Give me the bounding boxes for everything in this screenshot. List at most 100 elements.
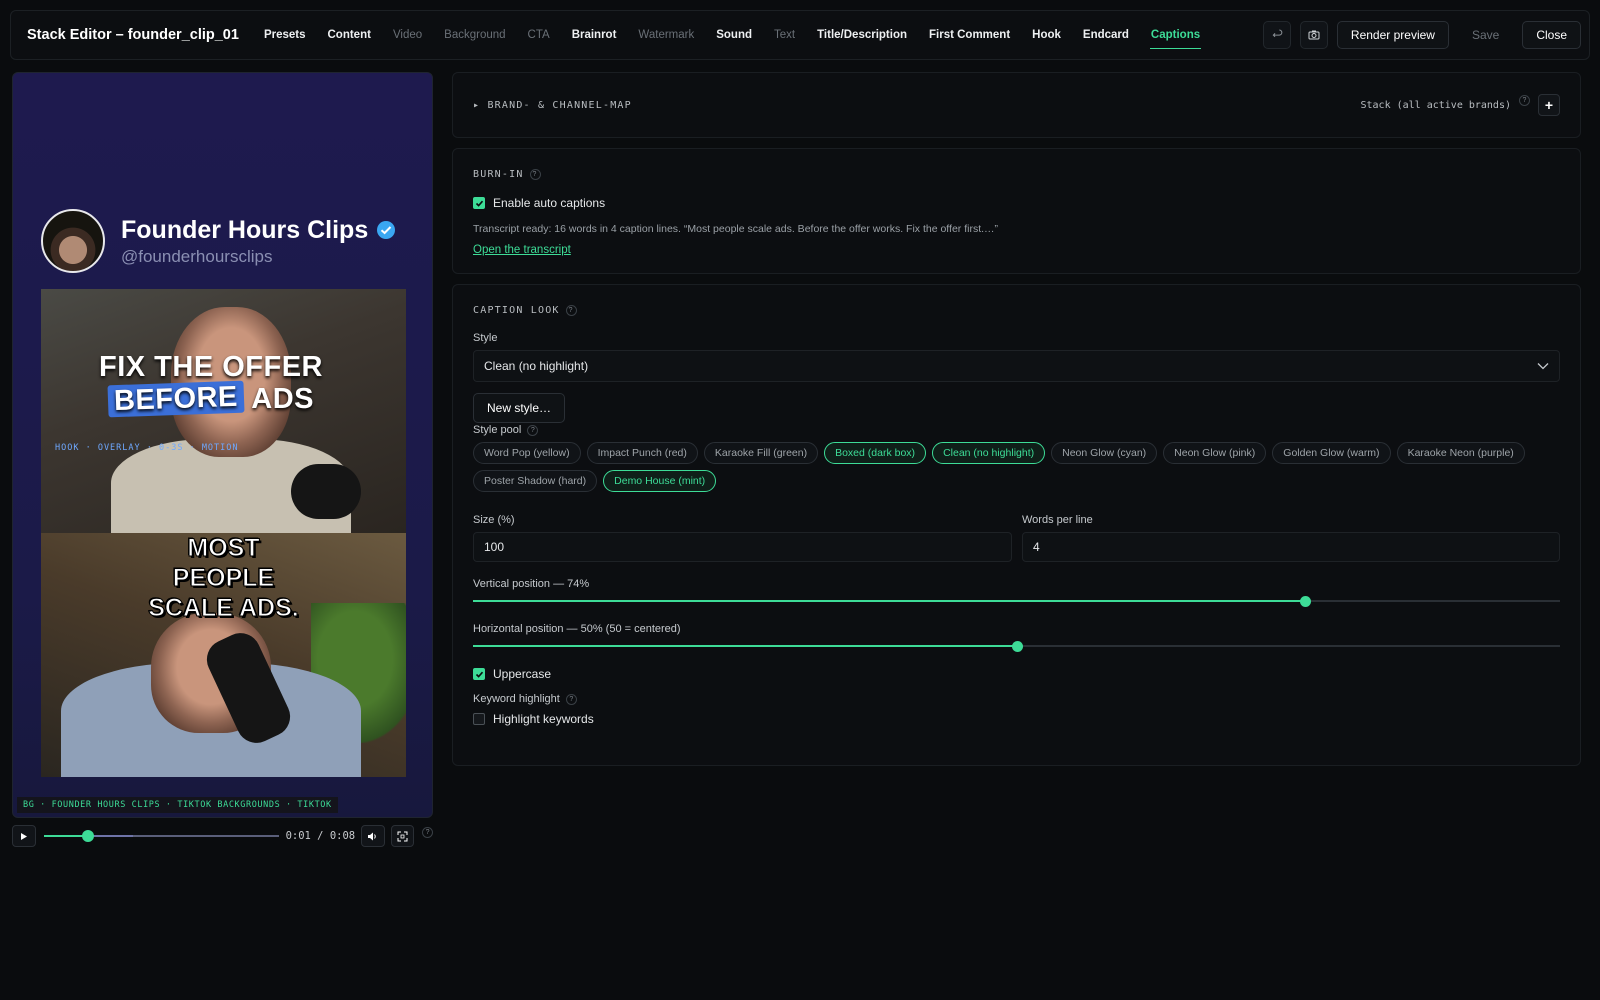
tab-text[interactable]: Text (763, 11, 806, 59)
seek-bar[interactable] (43, 829, 279, 843)
style-chip-golden-glow-warm[interactable]: Golden Glow (warm) (1272, 442, 1391, 464)
size-label: Size (%) (473, 514, 515, 526)
top-bar: Stack Editor – founder_clip_01 Presets Co… (10, 10, 1590, 60)
vertical-position-slider[interactable] (473, 594, 1560, 608)
snapshot-button[interactable] (1299, 21, 1328, 49)
add-brand-button[interactable]: + (1538, 94, 1560, 116)
caption-look-label: CAPTION LOOK (473, 305, 560, 316)
style-chip-neon-glow-pink[interactable]: Neon Glow (pink) (1163, 442, 1267, 464)
open-transcript-link[interactable]: Open the transcript (473, 244, 571, 256)
style-chip-neon-glow-cyan[interactable]: Neon Glow (cyan) (1051, 442, 1158, 464)
fullscreen-icon (397, 831, 408, 841)
brand-channel-map-toggle[interactable]: ▸ BRAND- & CHANNEL-MAP (473, 100, 632, 111)
style-chip-karaoke-neon-purple[interactable]: Karaoke Neon (purple) (1396, 442, 1525, 464)
vertical-position-handle[interactable] (1299, 596, 1311, 607)
undo-button[interactable] (1262, 21, 1291, 49)
fullscreen-button[interactable] (390, 825, 415, 847)
style-chip-boxed-dark-box[interactable]: Boxed (dark box) (824, 442, 927, 464)
style-chip-karaoke-fill-green[interactable]: Karaoke Fill (green) (703, 442, 819, 464)
time-display: 0:01 / 0:08 (285, 830, 356, 842)
check-icon (475, 200, 483, 207)
burn-in-help-icon[interactable]: ? (529, 169, 541, 180)
brand-help-icon[interactable]: ? (1519, 94, 1530, 106)
highlight-keywords-row[interactable]: Highlight keywords (473, 712, 1560, 726)
tab-endcard[interactable]: Endcard (1072, 11, 1140, 59)
channel-name: Founder Hours Clips (121, 216, 396, 245)
style-chip-clean-no-highlight[interactable]: Clean (no highlight) (932, 442, 1046, 464)
caption-look-panel: CAPTION LOOK ? Style Clean (no highlight… (452, 284, 1581, 766)
tab-content[interactable]: Content (317, 11, 382, 59)
uppercase-row[interactable]: Uppercase (473, 667, 1560, 681)
caption-look-heading: CAPTION LOOK ? (473, 305, 1560, 316)
channel-name-text: Founder Hours Clips (121, 215, 369, 244)
enable-auto-captions-row[interactable]: Enable auto captions (473, 196, 1560, 210)
tab-background[interactable]: Background (433, 11, 516, 59)
tab-title-description[interactable]: Title/Description (806, 11, 918, 59)
words-per-line-input[interactable]: 4 (1022, 532, 1560, 562)
tab-cta[interactable]: CTA (517, 11, 561, 59)
caption-line: PEOPLE (172, 564, 275, 593)
tab-captions[interactable]: Captions (1140, 11, 1211, 59)
background-label: BG · FOUNDER HOURS CLIPS · TIKTOK BACKGR… (17, 797, 338, 813)
player-help-icon[interactable]: ? (422, 826, 434, 838)
uppercase-checkbox[interactable] (473, 668, 485, 680)
player-controls: 0:01 / 0:08 ? (12, 824, 434, 848)
caption-look-help-icon[interactable]: ? (565, 305, 577, 316)
render-preview-button[interactable]: Render preview (1336, 21, 1449, 49)
style-select[interactable]: Clean (no highlight) (473, 350, 1560, 382)
highlight-keywords-label: Highlight keywords (493, 712, 594, 726)
video-clip: FIX THE OFFER BEFORE ADS HOOK · OVERLAY … (41, 289, 406, 777)
tab-video[interactable]: Video (382, 11, 433, 59)
check-icon (475, 671, 483, 678)
style-select-value: Clean (no highlight) (484, 359, 589, 373)
hook-line-1: FIX THE OFFER (99, 351, 323, 383)
tab-watermark[interactable]: Watermark (627, 11, 705, 59)
horizontal-position-slider[interactable] (473, 639, 1560, 653)
hook-line-2-rest: ADS (243, 383, 315, 415)
overlay-label: HOOK · OVERLAY · 0-3S · MOTION (55, 443, 239, 453)
size-input-value: 100 (484, 540, 505, 554)
hook-line-2: BEFORE ADS (41, 380, 381, 418)
caption-text: MOST PEOPLE SCALE ADS. (41, 533, 406, 623)
horizontal-position-handle[interactable] (1011, 641, 1023, 652)
seek-handle[interactable] (82, 830, 95, 842)
style-chip-word-pop-yellow[interactable]: Word Pop (yellow) (473, 442, 581, 464)
camera-icon (1308, 30, 1320, 40)
hook-clip-frame: FIX THE OFFER BEFORE ADS HOOK · OVERLAY … (41, 289, 406, 549)
horizontal-position-label: Horizontal position — 50% (50 = centered… (473, 623, 681, 635)
tab-brainrot[interactable]: Brainrot (561, 11, 628, 59)
chevron-down-icon (1537, 363, 1549, 370)
keyword-highlight-help-icon[interactable]: ? (565, 693, 577, 705)
volume-button[interactable] (361, 825, 385, 847)
hook-highlight-word: BEFORE (107, 380, 245, 418)
stack-scope-label: Stack (all active brands) (1360, 99, 1511, 111)
tab-presets[interactable]: Presets (253, 11, 317, 59)
close-button[interactable]: Close (1522, 21, 1581, 49)
style-chip-impact-punch-red[interactable]: Impact Punch (red) (586, 442, 698, 464)
tab-hook[interactable]: Hook (1021, 11, 1072, 59)
enable-auto-captions-checkbox[interactable] (473, 197, 485, 209)
new-style-button[interactable]: New style… (473, 393, 566, 423)
brand-channel-map-panel: ▸ BRAND- & CHANNEL-MAP Stack (all active… (452, 72, 1581, 138)
style-label: Style (473, 332, 498, 344)
style-pool-help-icon[interactable]: ? (527, 424, 539, 436)
save-button[interactable]: Save (1458, 21, 1513, 49)
highlight-keywords-checkbox[interactable] (473, 713, 485, 725)
tab-first-comment[interactable]: First Comment (918, 11, 1021, 59)
play-button[interactable] (12, 825, 36, 847)
toolbar-actions: Render preview Save Close (1262, 21, 1581, 49)
tab-sound[interactable]: Sound (705, 11, 763, 59)
size-input[interactable]: 100 (473, 532, 1012, 562)
plus-icon: + (1544, 97, 1554, 113)
vertical-position-label: Vertical position — 74% (473, 578, 590, 590)
style-chip-poster-shadow-hard[interactable]: Poster Shadow (hard) (473, 470, 598, 492)
keyword-highlight-heading: Keyword highlight ? (473, 693, 1560, 705)
app-title: Stack Editor – founder_clip_01 (27, 27, 239, 43)
style-pool: Word Pop (yellow) Impact Punch (red) Karao… (473, 442, 1533, 492)
transcript-status: Transcript ready: 16 words in 4 caption … (473, 223, 999, 235)
style-chip-demo-house-mint[interactable]: Demo House (mint) (603, 470, 717, 492)
play-icon (21, 832, 28, 840)
hook-overlay-text: FIX THE OFFER BEFORE ADS (41, 351, 381, 418)
caption-line: MOST (187, 534, 260, 563)
words-per-line-label: Words per line (1022, 514, 1093, 526)
